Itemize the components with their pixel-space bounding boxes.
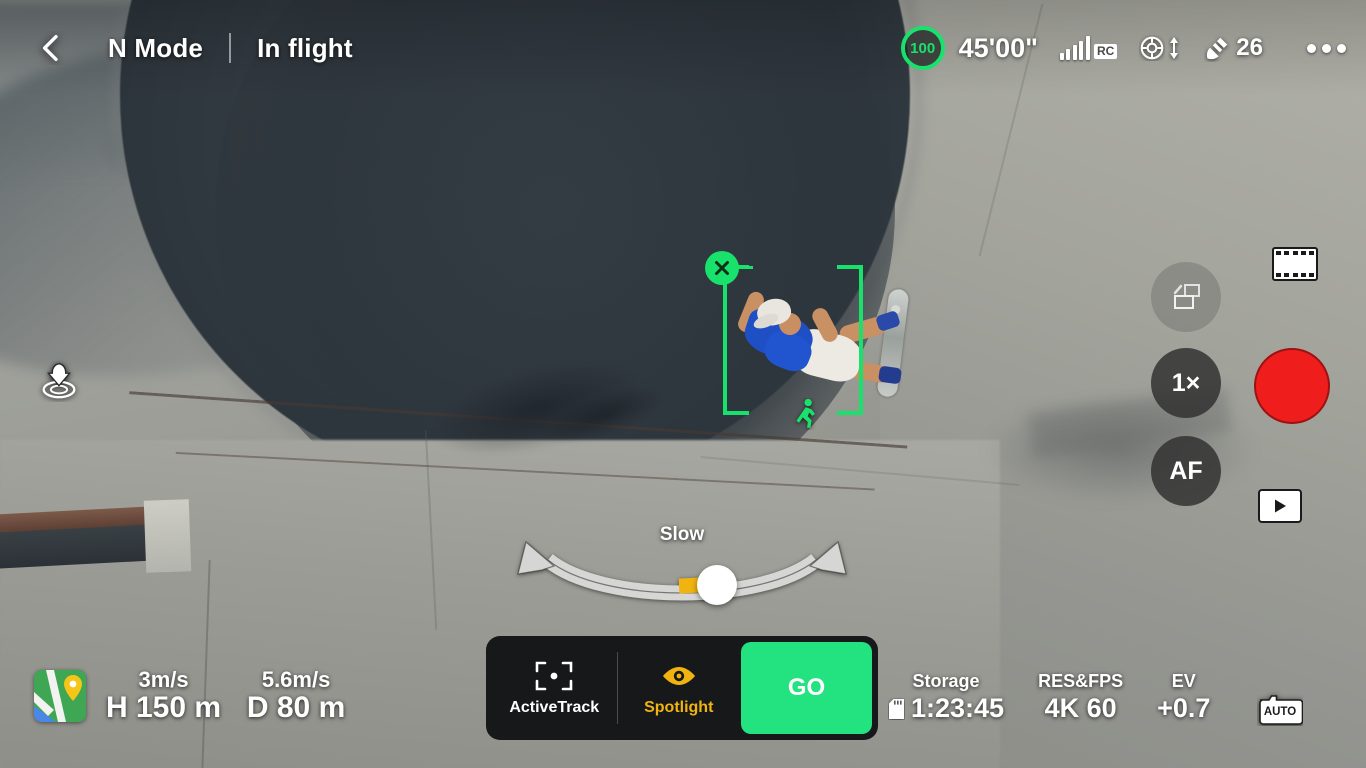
sd-card-icon [889, 698, 904, 719]
bracket-side [859, 265, 863, 415]
resolution-fps-value: 4K 60 [1044, 693, 1117, 724]
feed-ledge-block [143, 499, 192, 573]
skater-shoe [877, 365, 903, 385]
flight-time-label: 45'00" [958, 32, 1038, 63]
telemetry-distance: 5.6m/s D 80 m [241, 668, 351, 725]
activetrack-label: ActiveTrack [509, 698, 600, 716]
obstacle-sensing-indicator[interactable] [1139, 35, 1180, 61]
obstacle-sensing-icon [1140, 36, 1164, 60]
activetrack-button[interactable]: ActiveTrack [492, 642, 617, 734]
running-person-icon [796, 398, 815, 428]
filmstrip-icon[interactable] [1272, 247, 1318, 281]
up-down-arrow-icon [1170, 37, 1179, 59]
distance-value: D 80 m [246, 691, 346, 725]
record-button-icon[interactable] [1254, 348, 1330, 424]
telemetry-bar: 3m/s H 150 m 5.6m/s D 80 m [34, 668, 351, 725]
horizontal-speed-value: 5.6m/s [261, 667, 331, 692]
height-value: H 150 m [106, 691, 222, 725]
zoom-level-button[interactable]: 1× [1151, 348, 1221, 418]
camera-control-rail: 1× AF [1146, 0, 1366, 768]
bracket-tick [741, 266, 753, 269]
topbar-divider [229, 33, 232, 63]
chevron-left-icon[interactable] [34, 31, 68, 65]
storage-value: 1:23:45 [911, 693, 1005, 724]
play-icon[interactable] [1258, 489, 1302, 523]
battery-percent: 100 [910, 39, 936, 57]
return-to-home-icon[interactable] [36, 356, 82, 402]
satellite-count: 26 [1236, 34, 1263, 61]
signal-strength-indicator[interactable]: RC [1059, 36, 1118, 60]
resolution-fps-label: RES&FPS [1038, 671, 1124, 691]
go-button-label: GO [787, 674, 826, 701]
orbit-speed-label: Slow [659, 524, 705, 545]
autofocus-label: AF [1169, 456, 1203, 485]
battery-indicator[interactable]: 100 [900, 26, 945, 70]
flight-status-label: In flight [257, 32, 353, 63]
panorama-glyph-icon [1173, 284, 1200, 309]
storage-info[interactable]: Storage 1:23:45 [888, 670, 1004, 724]
camera-icon[interactable]: AUTO [1257, 690, 1303, 726]
tracking-close-button[interactable] [705, 251, 739, 285]
bracket-dot-icon [535, 661, 573, 690]
play-triangle-icon [1275, 499, 1286, 513]
zoom-level-label: 1× [1171, 368, 1201, 397]
satellite-indicator[interactable]: 26 [1204, 34, 1263, 62]
map-thumbnail-glyph [34, 670, 86, 723]
orbit-speed-slider[interactable]: Slow [502, 512, 862, 612]
mode-action-panel: ActiveTrack Spotlight GO [486, 636, 878, 740]
auto-label: AUTO [1264, 706, 1296, 718]
bracket-side [723, 265, 727, 415]
close-icon [715, 261, 729, 275]
orbit-slider-knob[interactable] [697, 565, 737, 605]
drone-camera-view: N Mode In flight 100 45'00" RC 26 Slow 1… [0, 0, 1366, 768]
panorama-switch-icon[interactable] [1151, 262, 1221, 332]
spotlight-label: Spotlight [644, 698, 714, 716]
rc-badge: RC [1093, 44, 1118, 59]
status-indicators: 100 45'00" RC 26 [900, 26, 1346, 70]
eye-icon [662, 666, 695, 685]
activetrack-bracket [723, 265, 863, 415]
autofocus-button[interactable]: AF [1151, 436, 1221, 506]
signal-bars-icon [1059, 36, 1090, 60]
more-options-icon[interactable] [1307, 43, 1346, 53]
storage-label: Storage [912, 671, 980, 691]
go-button[interactable]: GO [741, 642, 872, 734]
flight-mode-label[interactable]: N Mode [108, 33, 203, 64]
spotlight-button[interactable]: Spotlight [616, 642, 742, 734]
storage-value-row: 1:23:45 [888, 693, 1004, 724]
satellite-icon [1207, 37, 1228, 59]
vertical-speed-value: 3m/s [138, 667, 189, 692]
telemetry-height: 3m/s H 150 m [106, 668, 221, 725]
resolution-fps-info[interactable]: RES&FPS 4K 60 [1038, 670, 1123, 724]
map-thumbnail-icon[interactable] [34, 670, 86, 723]
top-status-bar: N Mode In flight 100 45'00" RC 26 [0, 0, 1366, 96]
